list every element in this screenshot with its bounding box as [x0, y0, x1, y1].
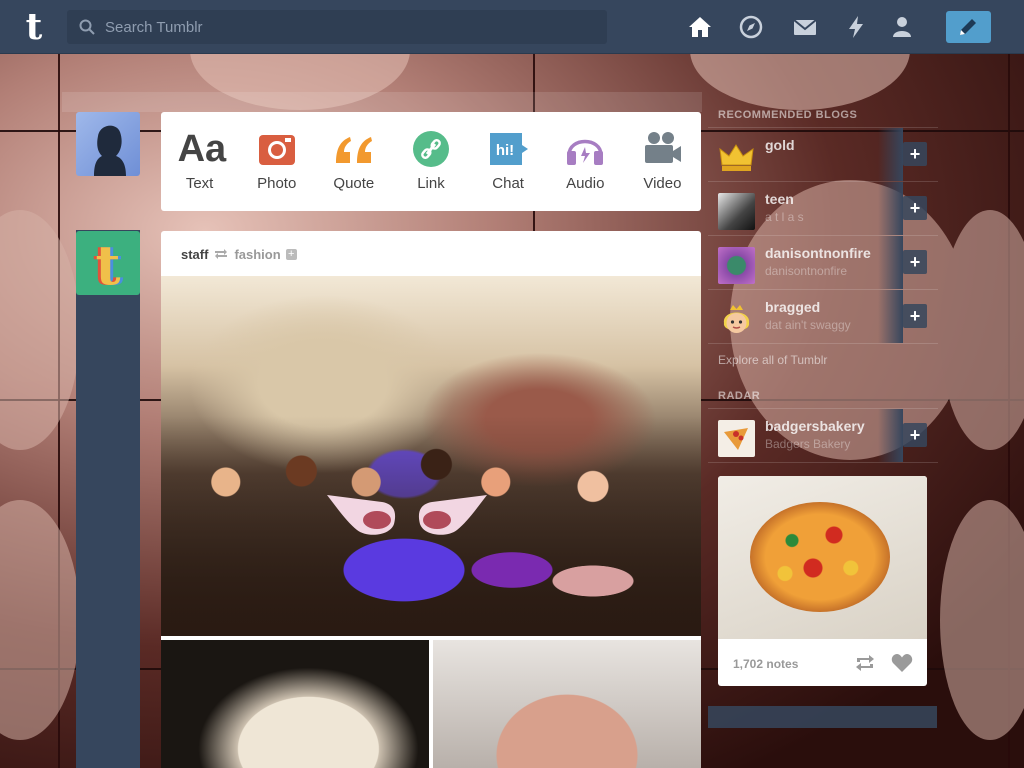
- search-box[interactable]: [67, 10, 607, 44]
- post-photo-party[interactable]: [161, 276, 701, 636]
- search-icon: [79, 19, 95, 35]
- row-fade: [878, 409, 903, 462]
- blog-name: danisontnonfire: [765, 245, 871, 261]
- post-type-quote[interactable]: Quote: [315, 112, 392, 211]
- explore-icon[interactable]: [738, 14, 764, 40]
- search-input[interactable]: [105, 10, 595, 44]
- blog-subtitle: danisontnonfire: [765, 264, 848, 278]
- post-type-audio[interactable]: Audio: [547, 112, 624, 211]
- row-fade: [878, 236, 903, 289]
- radar-post-card: 1,702 notes: [718, 476, 927, 686]
- follow-button[interactable]: +: [903, 196, 927, 220]
- left-column-strip: [76, 230, 140, 768]
- right-sidebar: RECOMMENDED BLOGS gold + teen a t l a s …: [708, 100, 938, 463]
- blog-name: bragged: [765, 299, 821, 315]
- sidebar-bottom-bar: [708, 706, 937, 728]
- post-reblogged-from[interactable]: fashion: [234, 247, 280, 262]
- recommended-blogs-heading: RECOMMENDED BLOGS: [708, 100, 938, 128]
- blog-subtitle: a t l a s: [765, 210, 804, 224]
- post-type-bar: Aa Text Photo Quote Link hi! Chat Audio …: [161, 112, 701, 211]
- post-type-label: Audio: [566, 175, 605, 192]
- follow-plus-icon[interactable]: +: [285, 248, 297, 260]
- princess-emoji-avatar: [723, 305, 750, 333]
- row-fade: [878, 128, 903, 181]
- recommended-blog-row[interactable]: teen a t l a s +: [708, 182, 938, 236]
- post-type-video[interactable]: Video: [624, 112, 701, 211]
- reblog-icon[interactable]: [854, 654, 876, 672]
- follow-button[interactable]: +: [903, 304, 927, 328]
- recommended-blog-row[interactable]: danisontnonfire danisontnonfire +: [708, 236, 938, 290]
- recommended-blog-row[interactable]: bragged dat ain't swaggy +: [708, 290, 938, 344]
- pizza-image: [750, 502, 890, 612]
- radar-blog-row[interactable]: badgersbakery Badgers Bakery +: [708, 409, 938, 463]
- blog-avatar: [718, 247, 755, 284]
- post-author[interactable]: staff: [181, 247, 208, 262]
- follow-button[interactable]: +: [903, 423, 927, 447]
- quote-icon: [335, 137, 372, 163]
- heart-icon[interactable]: [891, 653, 913, 673]
- link-icon: [412, 131, 449, 167]
- notes-count[interactable]: 1,702 notes: [733, 657, 798, 671]
- blog-subtitle: dat ain't swaggy: [765, 318, 851, 332]
- my-avatar[interactable]: [76, 112, 140, 176]
- row-fade: [878, 290, 903, 343]
- pizza-avatar: [718, 420, 755, 457]
- pencil-icon: [960, 19, 976, 35]
- blog-name: badgersbakery: [765, 418, 865, 434]
- staff-avatar[interactable]: t: [76, 231, 140, 297]
- crown-avatar: [719, 144, 754, 171]
- recommended-blog-row[interactable]: gold +: [708, 128, 938, 182]
- post-type-text[interactable]: Aa Text: [161, 112, 238, 211]
- headphones-icon: [567, 139, 604, 165]
- follow-button[interactable]: +: [903, 142, 927, 166]
- compose-button[interactable]: [946, 11, 991, 43]
- activity-icon[interactable]: [843, 14, 869, 40]
- text-aa-icon: Aa: [177, 128, 227, 170]
- tumblr-logo[interactable]: t: [17, 8, 51, 46]
- radar-photo[interactable]: [718, 476, 927, 639]
- radar-heading: RADAR: [708, 381, 938, 409]
- post-type-chat[interactable]: hi! Chat: [470, 112, 547, 211]
- account-icon[interactable]: [889, 14, 915, 40]
- blog-avatar: [718, 193, 755, 230]
- blog-name: teen: [765, 191, 794, 207]
- post-type-label: Photo: [257, 175, 297, 192]
- post-type-label: Quote: [333, 175, 375, 192]
- explore-link[interactable]: Explore all of Tumblr: [708, 344, 938, 381]
- blog-name: gold: [765, 137, 795, 153]
- video-camera-icon: [645, 132, 682, 163]
- blog-subtitle: Badgers Bakery: [765, 437, 851, 451]
- row-fade: [878, 182, 903, 235]
- post-photo-girl[interactable]: [433, 640, 701, 768]
- silhouette-icon: [94, 125, 126, 176]
- staff-avatar-letter: t: [95, 233, 121, 297]
- chat-icon: hi!: [490, 133, 529, 165]
- post-photo-dog[interactable]: [161, 640, 429, 768]
- post-type-label: Link: [417, 175, 445, 192]
- post-type-photo[interactable]: Photo: [238, 112, 315, 211]
- post-type-label: Text: [185, 175, 214, 192]
- chat-icon-text: hi!: [496, 142, 514, 159]
- post-type-label: Chat: [492, 175, 524, 192]
- post-header: staff fashion +: [181, 246, 297, 262]
- camera-icon: [258, 135, 295, 165]
- cat-eye-glasses-image: [327, 495, 487, 535]
- inbox-icon[interactable]: [792, 14, 818, 40]
- post-type-link[interactable]: Link: [392, 112, 469, 211]
- post-type-label: Video: [643, 175, 682, 192]
- top-navigation-bar: t: [0, 0, 1024, 54]
- reblog-icon: [215, 249, 228, 259]
- home-icon[interactable]: [687, 14, 713, 40]
- follow-button[interactable]: +: [903, 250, 927, 274]
